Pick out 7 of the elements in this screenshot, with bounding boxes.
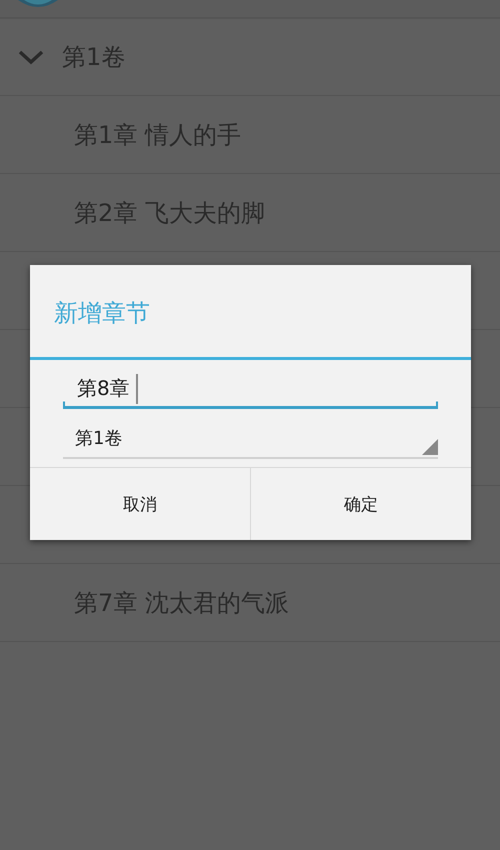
dropdown[interactable]: 第1卷	[63, 419, 438, 459]
dialog-button[interactable]: 取消	[30, 468, 250, 540]
dialog-title: 新增章节	[53, 298, 151, 325]
dropdown-triangle-icon	[422, 439, 438, 455]
dialog-button[interactable]: 确定	[250, 468, 471, 540]
input-field[interactable]: 第8章	[63, 371, 438, 409]
chevron-down-icon[interactable]	[18, 49, 44, 65]
